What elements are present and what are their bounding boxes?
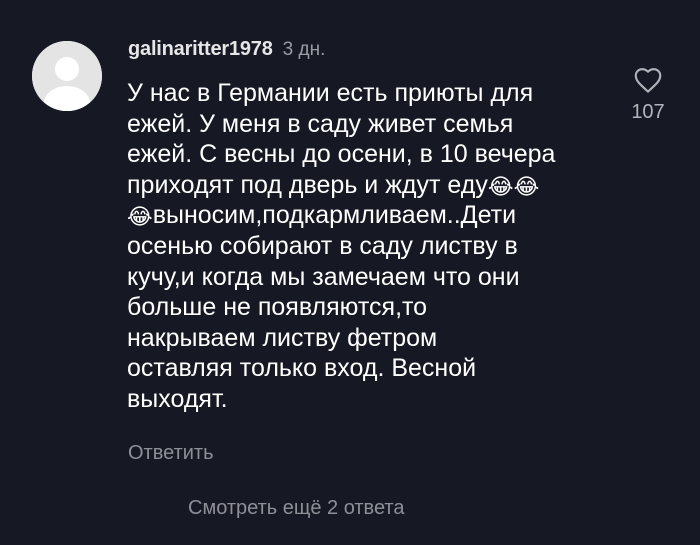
comment-line: выходят. [127,384,228,413]
view-more-replies-button[interactable]: Смотреть ещё 2 ответа [188,497,404,520]
avatar[interactable] [32,41,102,111]
comment-text: У нас в Германии есть приюты для ежей. У… [127,78,607,415]
reply-button[interactable]: Ответить [128,442,214,465]
heart-outline-icon [634,68,662,93]
comment-line: осенью собирают в саду листву в [127,231,518,260]
default-avatar-icon [32,41,102,111]
comment-line: больше не появляются,то [127,293,428,322]
timestamp: 3 дн. [282,39,326,60]
laughing-emoji-icon: 😂 [487,173,514,199]
comment-line: оставляя только вход. Весной [127,354,477,383]
comment-line: выносим,подкармливаем..Дети [152,201,517,230]
like-count: 107 [631,101,665,123]
comment-line: кучу,и когда мы замечаем что они [127,262,520,291]
like-button[interactable]: 107 [622,66,674,124]
laughing-emoji-icon: 😂 [513,173,540,199]
comment-line: ежей. У меня в саду живет семья [127,109,514,138]
comment-line: приходят под дверь и ждут еду [127,170,488,199]
comment-line: ежей. С весны до осени, в 10 вечера [127,140,556,169]
comment-header: galinaritter1978 3 дн. [128,38,325,61]
laughing-emoji-icon: 😂 [127,204,153,230]
comment-line: У нас в Германии есть приюты для [127,79,534,107]
comment-line: накрываем листву фетром [127,323,438,352]
username[interactable]: galinaritter1978 [128,38,273,61]
